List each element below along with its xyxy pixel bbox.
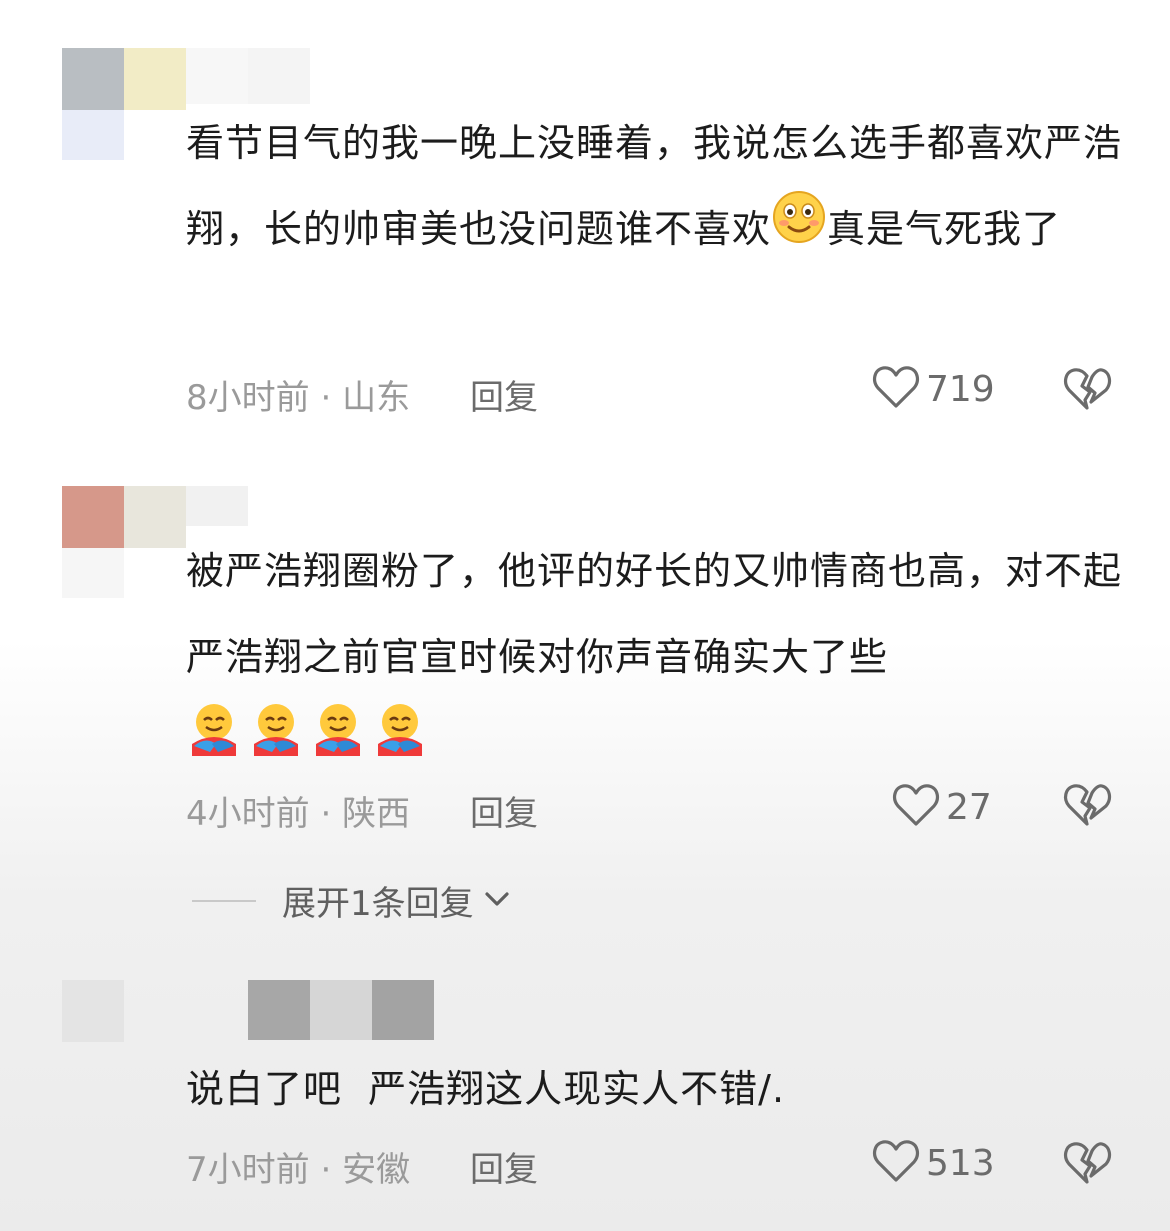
expand-replies-label: 展开1条回复 — [282, 884, 474, 924]
comment-text-part: 被严浩翔圈粉了，他评的好长的又帅情商也高，对不起严浩翔之前官宣时候对你声音确实大… — [186, 549, 1123, 679]
comment-text: 说白了吧 严浩翔这人现实人不错/. — [186, 1046, 1136, 1132]
comment-location: 陕西 — [342, 794, 411, 834]
dislike-button[interactable] — [1062, 366, 1112, 416]
hugging-face-emoji-icon — [248, 700, 304, 786]
meta-separator: · — [320, 1150, 343, 1190]
hugging-face-emoji-icon — [310, 700, 366, 786]
like-button[interactable]: 513 — [872, 1138, 995, 1188]
dislike-button[interactable] — [1062, 1140, 1112, 1190]
heart-outline-icon — [872, 364, 920, 414]
comment-text: 被严浩翔圈粉了，他评的好长的又帅情商也高，对不起严浩翔之前官宣时候对你声音确实大… — [186, 528, 1136, 786]
smiling-face-emoji-icon — [771, 189, 827, 275]
comment-location: 山东 — [342, 378, 411, 418]
comment-meta: 8小时前 · 山东 — [186, 370, 410, 419]
comment-text-part: 说白了吧 严浩翔这人现实人不错/. — [186, 1067, 786, 1111]
heart-outline-icon — [892, 782, 940, 832]
broken-heart-icon — [1062, 368, 1112, 416]
dislike-button[interactable] — [1062, 782, 1112, 832]
meta-separator: · — [320, 794, 343, 834]
comment-time: 7小时前 — [186, 1150, 310, 1190]
emoji-row — [186, 700, 1136, 786]
comment-text: 看节目气的我一晚上没睡着，我说怎么选手都喜欢严浩翔，长的帅审美也没问题谁不喜欢真… — [186, 100, 1136, 275]
hugging-face-emoji-icon — [372, 700, 428, 786]
comment-time: 8小时前 — [186, 378, 310, 418]
broken-heart-icon — [1062, 784, 1112, 832]
like-count: 719 — [926, 368, 995, 410]
like-count: 27 — [946, 786, 992, 828]
chevron-down-icon — [482, 884, 512, 918]
reply-button[interactable]: 回复 — [470, 370, 538, 419]
comment-location: 安徽 — [342, 1150, 411, 1190]
hugging-face-emoji-icon — [186, 700, 242, 786]
reply-button[interactable]: 回复 — [470, 1142, 538, 1191]
like-button[interactable]: 27 — [892, 782, 992, 832]
reply-button[interactable]: 回复 — [470, 786, 538, 835]
broken-heart-icon — [1062, 1142, 1112, 1190]
divider-line — [192, 899, 256, 902]
comment-time: 4小时前 — [186, 794, 310, 834]
comment-text-part: 真是气死我了 — [827, 207, 1062, 251]
comment-meta: 4小时前 · 陕西 — [186, 786, 410, 835]
like-count: 513 — [926, 1142, 995, 1184]
comment-meta: 7小时前 · 安徽 — [186, 1142, 410, 1191]
meta-separator: · — [320, 378, 343, 418]
heart-outline-icon — [872, 1138, 920, 1188]
expand-replies-button[interactable]: 展开1条回复 — [192, 876, 512, 925]
like-button[interactable]: 719 — [872, 364, 995, 414]
